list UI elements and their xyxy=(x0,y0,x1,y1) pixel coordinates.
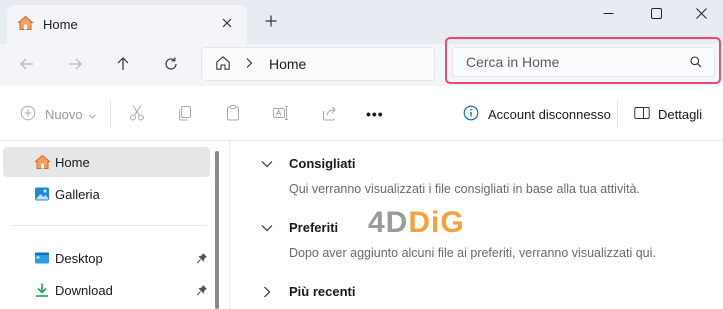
arrow-right-icon xyxy=(67,56,83,75)
maximize-icon[interactable] xyxy=(633,0,679,26)
close-window-icon[interactable] xyxy=(678,0,723,26)
toolbar-divider xyxy=(110,100,111,128)
toolbar-divider-2 xyxy=(617,100,618,128)
details-pane-icon xyxy=(634,106,650,123)
info-icon xyxy=(463,105,479,124)
section-title: Consigliati xyxy=(289,156,356,171)
sidebar-item-download[interactable]: Download xyxy=(3,275,210,305)
more-options-button[interactable]: ••• xyxy=(366,103,384,125)
rename-icon xyxy=(272,104,290,125)
scissors-icon xyxy=(128,104,146,125)
search-input[interactable] xyxy=(466,54,686,70)
section-title: Più recenti xyxy=(289,284,356,299)
arrow-up-icon xyxy=(115,56,131,75)
content-pane: Consigliati Qui verranno visualizzati i … xyxy=(230,141,723,309)
sidebar-item-label: Desktop xyxy=(55,250,103,266)
more-icon: ••• xyxy=(366,106,384,122)
clipboard-icon xyxy=(224,104,242,125)
minimize-icon[interactable] xyxy=(585,0,631,26)
sidebar-divider xyxy=(12,225,206,226)
pin-icon[interactable] xyxy=(196,252,208,267)
navigation-pane: Home Galleria Desktop Download xyxy=(0,141,222,309)
account-status-label: Account disconnesso xyxy=(488,106,611,122)
share-button[interactable] xyxy=(320,103,338,125)
breadcrumb[interactable]: Home xyxy=(201,47,435,81)
breadcrumb-item-home[interactable]: Home xyxy=(269,56,306,72)
tab-title: Home xyxy=(43,17,78,32)
watermark-logo: 4DDiG xyxy=(368,206,465,239)
sidebar-item-desktop[interactable]: Desktop xyxy=(3,243,210,273)
search-box[interactable] xyxy=(452,47,715,77)
sidebar-item-label: Home xyxy=(55,154,90,170)
sidebar-scrollbar[interactable] xyxy=(215,151,219,309)
section-description: Dopo aver aggiunto alcuni file ai prefer… xyxy=(289,246,656,260)
sidebar-item-gallery[interactable]: Galleria xyxy=(3,179,210,209)
gallery-icon xyxy=(34,186,50,202)
copy-icon xyxy=(176,104,194,125)
sidebar-item-label: Download xyxy=(55,282,113,298)
arrow-left-icon xyxy=(19,56,35,75)
refresh-button[interactable] xyxy=(158,52,184,78)
rename-button[interactable] xyxy=(272,103,290,125)
forward-button[interactable] xyxy=(62,52,88,78)
up-button[interactable] xyxy=(110,52,136,78)
section-header-preferiti[interactable]: Preferiti xyxy=(260,220,338,235)
section-header-consigliati[interactable]: Consigliati xyxy=(260,156,355,171)
chevron-down-icon[interactable] xyxy=(260,157,274,171)
sidebar-item-home[interactable]: Home xyxy=(3,147,210,177)
cut-button[interactable] xyxy=(128,103,146,125)
sidebar-item-label: Galleria xyxy=(55,186,100,202)
desktop-icon xyxy=(34,250,50,266)
share-icon xyxy=(320,104,338,125)
download-icon xyxy=(34,282,50,298)
plus-circle-icon xyxy=(20,105,36,124)
tab-home[interactable]: Home xyxy=(7,5,247,44)
back-button[interactable] xyxy=(14,52,40,78)
home-outline-icon[interactable] xyxy=(215,55,231,74)
section-description: Qui verranno visualizzati i file consigl… xyxy=(289,182,640,196)
search-icon[interactable] xyxy=(690,56,702,71)
section-header-recenti[interactable]: Più recenti xyxy=(260,284,355,299)
chevron-right-icon[interactable] xyxy=(260,285,274,299)
details-label: Dettagli xyxy=(658,106,703,122)
account-status-button[interactable]: Account disconnesso xyxy=(463,103,611,125)
chevron-down-icon[interactable] xyxy=(260,221,274,235)
command-bar: Nuovo ••• Account disconnesso Dettagli xyxy=(0,86,723,141)
copy-button[interactable] xyxy=(176,103,194,125)
new-button[interactable]: Nuovo xyxy=(20,103,96,125)
close-icon[interactable] xyxy=(219,15,235,31)
pin-icon[interactable] xyxy=(196,284,208,299)
chevron-down-icon xyxy=(88,107,96,122)
home-icon xyxy=(34,154,51,170)
paste-button[interactable] xyxy=(224,103,242,125)
plus-icon[interactable] xyxy=(262,12,280,30)
refresh-icon xyxy=(163,56,179,75)
home-icon xyxy=(17,15,34,34)
details-button[interactable]: Dettagli xyxy=(634,103,702,125)
chevron-right-icon[interactable] xyxy=(245,57,253,72)
section-title: Preferiti xyxy=(289,220,339,235)
new-button-label: Nuovo xyxy=(45,106,83,122)
